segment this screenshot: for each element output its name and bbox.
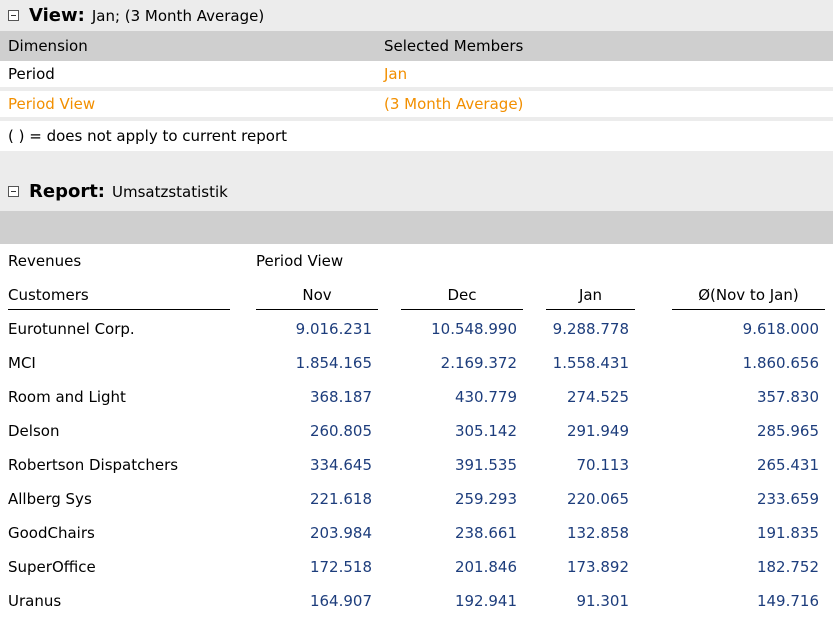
header-underline (672, 309, 825, 310)
table-row: SuperOffice 172.518 201.846 173.892 182.752 (0, 550, 833, 584)
customer-name[interactable]: SuperOffice (8, 550, 96, 584)
value-cell[interactable]: 430.779 (401, 380, 517, 414)
table-row: Allberg Sys 221.618 259.293 220.065 233.659 (0, 482, 833, 516)
value-cell[interactable]: 201.846 (401, 550, 517, 584)
value-cell[interactable]: 9.618.000 (672, 312, 819, 346)
collapse-view-icon[interactable] (8, 10, 19, 21)
dimension-label: Period (8, 65, 55, 83)
value-cell[interactable]: 192.941 (401, 584, 517, 618)
customer-name[interactable]: Room and Light (8, 380, 126, 414)
customer-name[interactable]: Delson (8, 414, 59, 448)
value-cell[interactable]: 220.065 (546, 482, 629, 516)
value-cell[interactable]: 274.525 (546, 380, 629, 414)
value-cell[interactable]: 368.187 (256, 380, 372, 414)
collapse-report-icon[interactable] (8, 186, 19, 197)
report-toolbar-bar (0, 211, 833, 244)
measure-label: Revenues (8, 252, 82, 270)
value-cell[interactable]: 391.535 (401, 448, 517, 482)
selected-member-link[interactable]: (3 Month Average) (384, 95, 833, 113)
dimension-column-header: Dimension (8, 37, 88, 55)
value-cell[interactable]: 70.113 (546, 448, 630, 482)
dimension-row-period: Period Jan (0, 61, 833, 91)
value-cell[interactable]: 1.854.165 (256, 346, 372, 380)
dimension-table-header: Dimension Selected Members (0, 31, 833, 61)
not-applicable-note: ( ) = does not apply to current report (0, 121, 833, 151)
value-cell[interactable]: 203.984 (256, 516, 372, 550)
column-header-dec: Dec (447, 286, 477, 304)
table-row: Eurotunnel Corp. 9.016.231 10.548.990 9.288… (0, 312, 833, 346)
header-underline (546, 309, 635, 310)
value-cell[interactable]: 291.949 (546, 414, 629, 448)
value-cell[interactable]: 357.830 (672, 380, 819, 414)
dimension-row-period-view: Period View (3 Month Average) (0, 91, 833, 121)
value-cell[interactable]: 173.892 (546, 550, 629, 584)
table-row: Robertson Dispatchers 334.645 391.535 70.11… (0, 448, 833, 482)
table-row: Room and Light 368.187 430.779 274.525 357.8… (0, 380, 833, 414)
header-underline (8, 309, 230, 310)
value-cell[interactable]: 164.907 (256, 584, 372, 618)
value-cell[interactable]: 172.518 (256, 550, 372, 584)
report-section-header[interactable]: Report: Umsatzstatistik (0, 176, 833, 207)
value-cell[interactable]: 191.835 (672, 516, 819, 550)
selected-members-column-header: Selected Members (384, 37, 524, 55)
customer-name[interactable]: Robertson Dispatchers (8, 448, 178, 482)
value-cell[interactable]: 1.558.431 (546, 346, 629, 380)
header-underline (401, 309, 523, 310)
customer-name[interactable]: GoodChairs (8, 516, 95, 550)
table-row: Uranus 164.907 192.941 91.301 149.716 (0, 584, 833, 618)
report-header-row-columns: Customers Nov Dec Jan Ø(Nov to Jan) (0, 278, 833, 312)
dimension-label[interactable]: Period View (0, 95, 384, 113)
column-header-nov: Nov (302, 286, 332, 304)
header-underline (256, 309, 378, 310)
report-title: Report: (29, 181, 105, 202)
value-cell[interactable]: 149.716 (672, 584, 819, 618)
report-table: Revenues Period View Customers Nov Dec J… (0, 244, 833, 618)
value-cell[interactable]: 233.659 (672, 482, 819, 516)
value-cell[interactable]: 238.661 (401, 516, 517, 550)
view-title: View: (29, 5, 85, 26)
selected-member-link[interactable]: Jan (384, 65, 833, 83)
value-cell[interactable]: 1.860.656 (672, 346, 819, 380)
view-section-header[interactable]: View: Jan; (3 Month Average) (0, 0, 833, 31)
value-cell[interactable]: 265.431 (672, 448, 819, 482)
value-cell[interactable]: 91.301 (546, 584, 630, 618)
value-cell[interactable]: 334.645 (256, 448, 372, 482)
value-cell[interactable]: 2.169.372 (401, 346, 517, 380)
period-view-label: Period View (256, 252, 344, 270)
table-row: MCI 1.854.165 2.169.372 1.558.431 1.860.656 (0, 346, 833, 380)
value-cell[interactable]: 260.805 (256, 414, 372, 448)
table-row: GoodChairs 203.984 238.661 132.858 191.835 (0, 516, 833, 550)
customer-name[interactable]: MCI (8, 346, 36, 380)
value-cell[interactable]: 221.618 (256, 482, 372, 516)
report-data-rows: Eurotunnel Corp. 9.016.231 10.548.990 9.288… (0, 312, 833, 618)
view-subtitle: Jan; (3 Month Average) (91, 6, 265, 25)
report-subtitle: Umsatzstatistik (112, 182, 228, 201)
customers-column-header: Customers (8, 286, 89, 304)
section-spacer (0, 151, 833, 176)
value-cell[interactable]: 259.293 (401, 482, 517, 516)
customer-name[interactable]: Eurotunnel Corp. (8, 312, 135, 346)
value-cell[interactable]: 182.752 (672, 550, 819, 584)
column-header-jan: Jan (578, 286, 603, 304)
customer-name[interactable]: Uranus (8, 584, 61, 618)
value-cell[interactable]: 9.016.231 (256, 312, 372, 346)
value-cell[interactable]: 305.142 (401, 414, 517, 448)
value-cell[interactable]: 132.858 (546, 516, 629, 550)
value-cell[interactable]: 9.288.778 (546, 312, 629, 346)
value-cell[interactable]: 285.965 (672, 414, 819, 448)
report-header-row-measure: Revenues Period View (0, 244, 833, 278)
column-header-average: Ø(Nov to Jan) (698, 286, 799, 304)
value-cell[interactable]: 10.548.990 (401, 312, 517, 346)
table-row: Delson 260.805 305.142 291.949 285.965 (0, 414, 833, 448)
customer-name[interactable]: Allberg Sys (8, 482, 92, 516)
